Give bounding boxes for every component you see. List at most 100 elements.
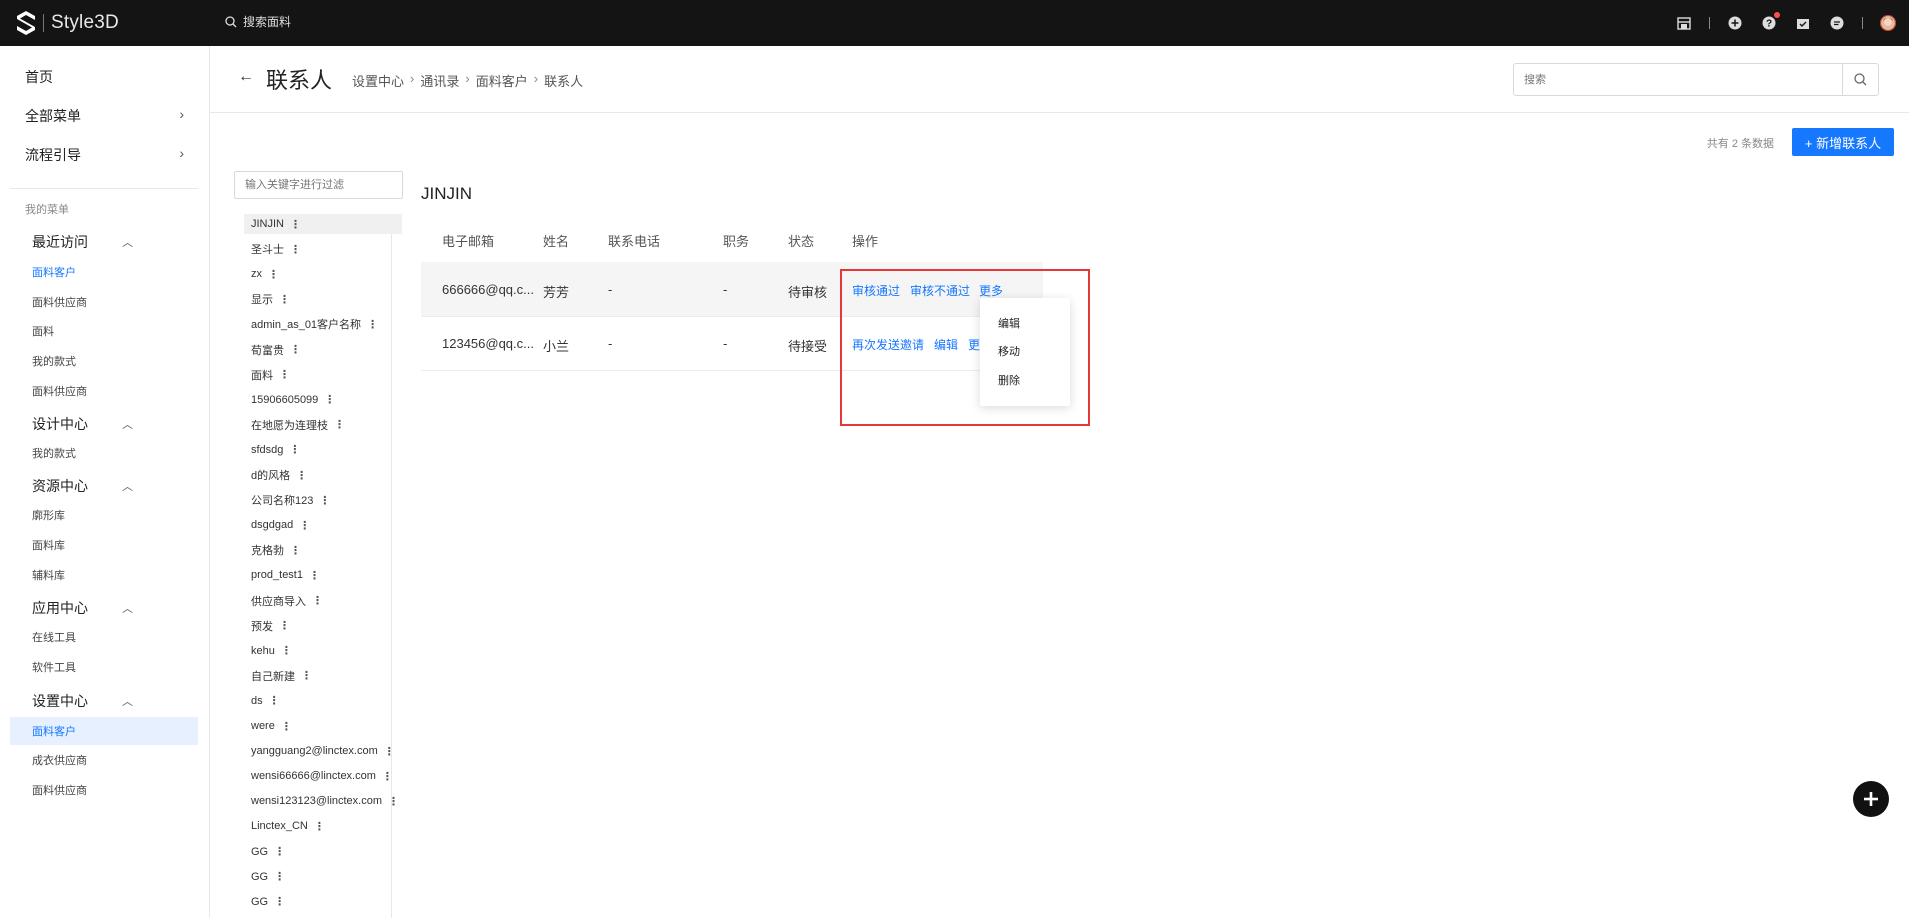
chevron-up-icon[interactable]: ︿ <box>122 234 133 250</box>
kebab-icon[interactable]: ⋮ <box>274 895 285 908</box>
client-list-item[interactable]: sfdsdg ⋮ <box>251 440 300 460</box>
client-list-item[interactable]: dsgdgad ⋮ <box>251 515 310 535</box>
sidebar-item-fabric-supplier[interactable]: 面料供应商 <box>32 383 87 399</box>
kebab-icon[interactable]: ⋮ <box>319 494 330 507</box>
kebab-icon[interactable]: ⋮ <box>382 770 393 783</box>
kebab-icon[interactable]: ⋮ <box>289 443 300 456</box>
client-list-item[interactable]: admin_as_01客户名称 ⋮ <box>251 314 378 334</box>
sidebar-group-resources[interactable]: 资源中心 <box>32 476 88 496</box>
client-list-item[interactable]: GG ⋮ <box>251 892 285 912</box>
client-list-item[interactable]: 供应商导入 ⋮ <box>251 591 323 611</box>
kebab-icon[interactable]: ⋮ <box>367 318 378 331</box>
kebab-icon[interactable]: ⋮ <box>274 845 285 858</box>
calendar-icon[interactable] <box>1794 14 1812 32</box>
kebab-icon[interactable]: ⋮ <box>290 218 301 231</box>
chevron-up-icon[interactable]: ︿ <box>122 416 133 432</box>
client-list-item[interactable]: 在地愿为连理枝 ⋮ <box>251 415 345 435</box>
sidebar-item-fabric-lib[interactable]: 面料库 <box>32 537 65 553</box>
help-icon[interactable]: ? <box>1760 12 1780 32</box>
client-list-item[interactable]: 圣斗士 ⋮ <box>251 239 301 259</box>
client-list-item[interactable]: kehu ⋮ <box>251 641 292 661</box>
sidebar-item-fabric-client[interactable]: 面料客户 <box>32 264 76 280</box>
sidebar-item-trim-lib[interactable]: 辅料库 <box>32 567 65 583</box>
chevron-up-icon[interactable]: ︿ <box>122 600 133 616</box>
client-list-item[interactable]: Linctex_CN ⋮ <box>251 816 325 836</box>
sidebar-item-software-tools[interactable]: 软件工具 <box>32 659 76 675</box>
client-list-item[interactable]: 自己新建 ⋮ <box>251 666 312 686</box>
floating-add-button[interactable] <box>1853 781 1889 817</box>
client-list-item[interactable]: wensi123123@linctex.com ⋮ <box>251 791 399 811</box>
kebab-icon[interactable]: ⋮ <box>290 544 301 557</box>
kebab-icon[interactable]: ⋮ <box>279 368 290 381</box>
kebab-icon[interactable]: ⋮ <box>314 820 325 833</box>
kebab-icon[interactable]: ⋮ <box>299 519 310 532</box>
client-list-item[interactable]: 显示 ⋮ <box>251 289 290 309</box>
kebab-icon[interactable]: ⋮ <box>269 694 280 707</box>
kebab-icon[interactable]: ⋮ <box>301 669 312 682</box>
client-list-item[interactable]: prod_test1 ⋮ <box>251 565 320 585</box>
sidebar-group-recent[interactable]: 最近访问 <box>32 232 88 252</box>
sidebar-item-online-tools[interactable]: 在线工具 <box>32 629 76 645</box>
menu-item-delete[interactable]: 删除 <box>998 372 1020 388</box>
kebab-icon[interactable]: ⋮ <box>279 293 290 306</box>
client-list-item[interactable]: GG ⋮ <box>251 842 285 862</box>
chevron-up-icon[interactable]: ︿ <box>122 478 133 494</box>
client-list-item[interactable]: JINJIN ⋮ <box>251 214 301 234</box>
kebab-icon[interactable]: ⋮ <box>290 343 301 356</box>
sidebar-item-fabric-client-active[interactable]: 面料客户 <box>32 723 76 739</box>
chevron-up-icon[interactable]: ︿ <box>122 693 133 709</box>
client-list-item[interactable]: zx ⋮ <box>251 264 279 284</box>
sidebar-item-silhouette-lib[interactable]: 廓形库 <box>32 507 65 523</box>
logo[interactable]: Style3D <box>16 9 119 37</box>
kebab-icon[interactable]: ⋮ <box>290 243 301 256</box>
sidebar-group-settings[interactable]: 设置中心 <box>32 691 88 711</box>
client-list-item[interactable]: 荀富贵 ⋮ <box>251 340 301 360</box>
kebab-icon[interactable]: ⋮ <box>384 745 395 758</box>
menu-item-edit[interactable]: 编辑 <box>998 315 1020 331</box>
kebab-icon[interactable]: ⋮ <box>334 418 345 431</box>
sidebar-group-design[interactable]: 设计中心 <box>32 414 88 434</box>
search-button[interactable] <box>1842 64 1878 95</box>
kebab-icon[interactable]: ⋮ <box>268 268 279 281</box>
plus-circle-icon[interactable] <box>1726 14 1744 32</box>
avatar[interactable] <box>1879 14 1897 32</box>
client-list-item[interactable]: 克格勃 ⋮ <box>251 540 301 560</box>
nav-flow-guide[interactable]: 流程引导 <box>25 145 81 165</box>
chat-icon[interactable] <box>1828 14 1846 32</box>
client-list-item[interactable]: ds ⋮ <box>251 691 280 711</box>
breadcrumb-item[interactable]: 设置中心 <box>352 71 404 90</box>
kebab-icon[interactable]: ⋮ <box>281 644 292 657</box>
global-search[interactable]: 搜索面料 <box>225 13 291 30</box>
sidebar-item-fabric-supplier[interactable]: 面料供应商 <box>32 294 87 310</box>
kebab-icon[interactable]: ⋮ <box>281 720 292 733</box>
client-list-item[interactable]: 15906605099 ⋮ <box>251 390 335 410</box>
store-icon[interactable] <box>1675 14 1693 32</box>
nav-all-menu[interactable]: 全部菜单 <box>25 106 81 126</box>
kebab-icon[interactable]: ⋮ <box>312 594 323 607</box>
client-list-item[interactable]: d的风格 ⋮ <box>251 465 307 485</box>
client-list-item[interactable]: wensi66666@linctex.com ⋮ <box>251 766 393 786</box>
sidebar-item-fabric[interactable]: 面料 <box>32 323 54 339</box>
breadcrumb-item[interactable]: 面料客户 <box>476 71 528 90</box>
search-input[interactable] <box>1514 64 1842 95</box>
menu-item-move[interactable]: 移动 <box>998 343 1020 359</box>
add-contact-button[interactable]: + 新增联系人 <box>1792 128 1894 156</box>
sidebar-item-fabric-supplier[interactable]: 面料供应商 <box>32 782 87 798</box>
client-filter-input[interactable] <box>234 171 403 199</box>
kebab-icon[interactable]: ⋮ <box>309 569 320 582</box>
client-list-item[interactable]: yangguang2@linctex.com ⋮ <box>251 741 395 761</box>
client-list-item[interactable]: 预发 ⋮ <box>251 616 290 636</box>
kebab-icon[interactable]: ⋮ <box>279 619 290 632</box>
kebab-icon[interactable]: ⋮ <box>296 469 307 482</box>
kebab-icon[interactable]: ⋮ <box>274 870 285 883</box>
client-list-item[interactable]: GG ⋮ <box>251 867 285 887</box>
client-list-item[interactable]: 公司名称123 ⋮ <box>251 490 330 510</box>
kebab-icon[interactable]: ⋮ <box>388 795 399 808</box>
client-list-item[interactable]: 面料 ⋮ <box>251 365 290 385</box>
sidebar-item-my-styles[interactable]: 我的款式 <box>32 353 76 369</box>
sidebar-group-apps[interactable]: 应用中心 <box>32 598 88 618</box>
sidebar-item-my-styles[interactable]: 我的款式 <box>32 445 76 461</box>
nav-home[interactable]: 首页 <box>25 67 53 87</box>
back-arrow-icon[interactable]: ← <box>238 68 254 86</box>
client-list-item[interactable]: were ⋮ <box>251 716 292 736</box>
